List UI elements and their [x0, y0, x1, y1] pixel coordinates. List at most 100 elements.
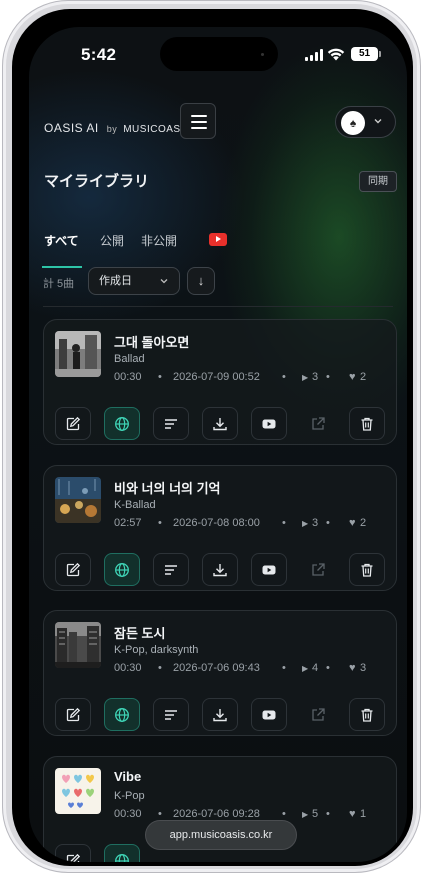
edit-icon [66, 707, 81, 722]
status-bar: 5:42 51 [29, 27, 407, 81]
avatar: ♠ [341, 111, 365, 135]
tab-all[interactable]: すべて [42, 232, 82, 268]
song-created-date: 2026-07-09 00:52 [173, 371, 260, 383]
like-count: 3 [360, 662, 367, 674]
meta-separator: • [326, 517, 330, 529]
song-duration: 02:57 [114, 517, 142, 529]
sort-direction-button[interactable]: ↓ [187, 267, 215, 295]
play-count-icon: ▶ [302, 810, 309, 819]
meta-separator: • [282, 662, 286, 674]
lyrics-button[interactable] [153, 698, 189, 731]
external-link-icon [312, 417, 325, 430]
publish-toggle-button[interactable] [104, 553, 140, 586]
song-cover-image [55, 622, 101, 668]
publish-toggle-button[interactable] [104, 407, 140, 440]
download-button[interactable] [202, 553, 238, 586]
lyrics-button[interactable] [153, 407, 189, 440]
brand-logo[interactable]: OASIS AI by MUSICOASIS [44, 121, 191, 135]
song-title[interactable]: 비와 너의 너의 기억 [114, 478, 221, 497]
external-link-icon [312, 708, 325, 721]
globe-icon [115, 854, 129, 862]
hamburger-menu-button[interactable] [180, 103, 216, 139]
song-created-date: 2026-07-08 08:00 [173, 517, 260, 529]
meta-separator: • [326, 662, 330, 674]
meta-separator: • [282, 808, 286, 820]
youtube-upload-button[interactable] [251, 553, 287, 586]
lines-icon [165, 565, 177, 575]
meta-separator: • [158, 662, 162, 674]
publish-toggle-button[interactable] [104, 698, 140, 731]
tab-private[interactable]: 非公開 [141, 232, 177, 249]
delete-button[interactable] [349, 698, 385, 731]
song-card[interactable]: 잠든 도시 K-Pop, darksynth 00:30 • 2026-07-0… [43, 610, 397, 736]
like-count: 2 [360, 371, 367, 383]
song-created-date: 2026-07-06 09:28 [173, 808, 260, 820]
play-count-icon: ▶ [302, 373, 309, 382]
lyrics-button[interactable] [153, 553, 189, 586]
edit-button[interactable] [55, 844, 91, 862]
logo-oasis-ai: OASIS AI [44, 121, 99, 135]
sort-field-label: 作成日 [99, 275, 132, 287]
meta-separator: • [158, 808, 162, 820]
wifi-icon [327, 48, 345, 61]
trash-icon [361, 563, 373, 577]
song-title[interactable]: 그대 돌아오면 [114, 332, 189, 351]
download-button[interactable] [202, 698, 238, 731]
share-button[interactable] [300, 553, 336, 586]
logo-by: by [106, 124, 118, 134]
youtube-upload-button[interactable] [251, 698, 287, 731]
tab-public[interactable]: 公開 [100, 232, 124, 249]
play-count-icon: ▶ [302, 519, 309, 528]
song-genre: K-Ballad [114, 499, 156, 511]
browser-url-bar[interactable]: app.musicoasis.co.kr [145, 820, 297, 850]
visibility-tabs: すべて 公開 非公開 [42, 232, 394, 268]
publish-toggle-button[interactable] [104, 844, 140, 862]
play-count: 4 [312, 662, 319, 674]
song-cover-image [55, 768, 101, 814]
divider [43, 306, 393, 307]
song-cover-image [55, 331, 101, 377]
delete-button[interactable] [349, 553, 385, 586]
download-icon [213, 418, 227, 431]
edit-icon [66, 853, 81, 862]
song-card[interactable]: 비와 너의 너의 기억 K-Ballad 02:57 • 2026-07-08 … [43, 465, 397, 591]
share-button[interactable] [300, 698, 336, 731]
sync-button[interactable]: 同期 [359, 171, 397, 192]
account-menu-button[interactable]: ♠ [335, 106, 396, 138]
meta-separator: • [326, 371, 330, 383]
heart-icon: ♥ [349, 808, 356, 820]
song-card[interactable]: 그대 돌아오면 Ballad 00:30 • 2026-07-09 00:52 … [43, 319, 397, 445]
globe-icon [115, 708, 129, 722]
song-title[interactable]: 잠든 도시 [114, 623, 165, 642]
song-actions [55, 553, 389, 586]
delete-button[interactable] [349, 407, 385, 440]
edit-button[interactable] [55, 407, 91, 440]
app-screen: 5:42 51 OASIS AI by MUSICOASIS ♠ マイライブラリ 同… [29, 27, 407, 862]
globe-icon [115, 563, 129, 577]
song-count: 計 5曲 [43, 278, 75, 290]
song-title[interactable]: Vibe [114, 769, 141, 784]
menu-line-icon [191, 127, 207, 129]
song-genre: K-Pop, darksynth [114, 644, 199, 656]
meta-separator: • [158, 517, 162, 529]
song-meta: 02:57 • 2026-07-08 08:00 • ▶ 3 • ♥ 2 [114, 517, 394, 531]
youtube-upload-button[interactable] [251, 407, 287, 440]
youtube-tab-icon[interactable] [209, 233, 227, 246]
camera-dot [261, 53, 264, 56]
edit-button[interactable] [55, 553, 91, 586]
download-button[interactable] [202, 407, 238, 440]
song-duration: 00:30 [114, 662, 142, 674]
edit-button[interactable] [55, 698, 91, 731]
battery-cap [379, 51, 381, 57]
song-meta: 00:30 • 2026-07-06 09:43 • ▶ 4 • ♥ 3 [114, 662, 394, 676]
song-actions [55, 407, 389, 440]
share-button[interactable] [300, 407, 336, 440]
lines-icon [165, 710, 177, 720]
meta-separator: • [326, 808, 330, 820]
like-count: 2 [360, 517, 367, 529]
page-title: マイライブラリ [44, 173, 150, 190]
sort-field-select[interactable]: 作成日 [88, 267, 180, 295]
youtube-icon [262, 419, 276, 429]
song-duration: 00:30 [114, 371, 142, 383]
heart-icon: ♥ [349, 371, 356, 383]
